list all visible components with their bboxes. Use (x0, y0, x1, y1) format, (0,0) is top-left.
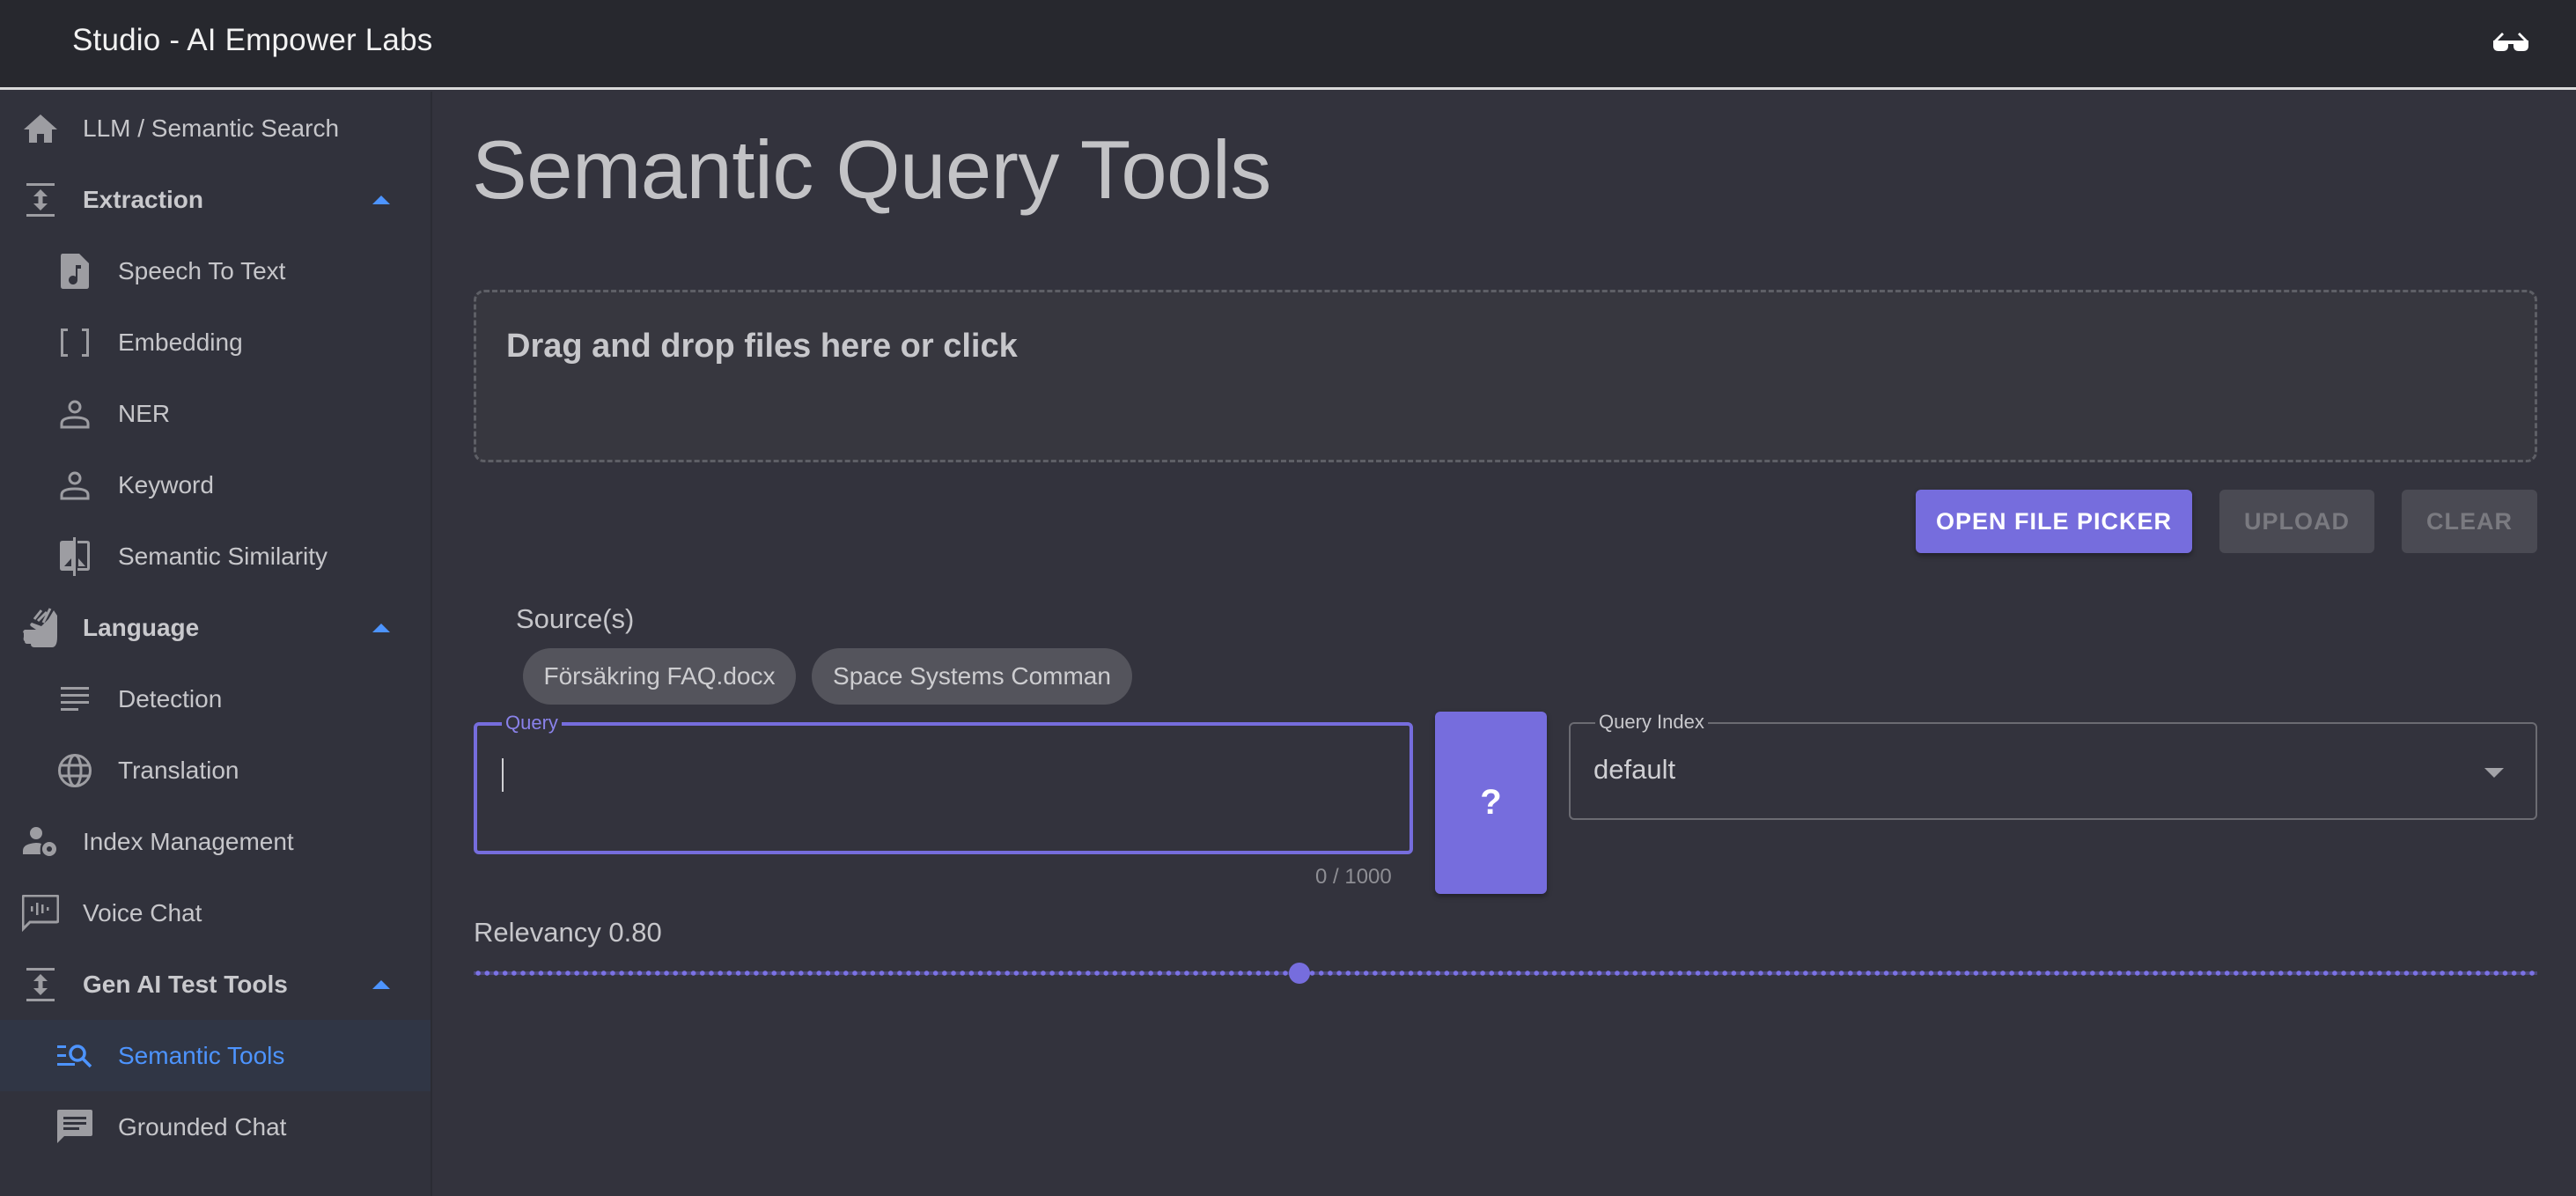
sidebar-item-ner[interactable]: NER (0, 378, 431, 449)
globe-icon (56, 752, 93, 789)
dropzone-text: Drag and drop files here or click (506, 328, 1018, 365)
sidebar-item-label: NER (118, 399, 171, 427)
manage-accounts-icon (22, 823, 59, 860)
query-input[interactable] (495, 749, 1379, 831)
sidebar-item-extraction[interactable]: Extraction (0, 164, 431, 235)
query-field[interactable]: Query (474, 712, 1413, 854)
query-index-label: Query Index (1595, 711, 1708, 734)
sources-label: Source(s) (516, 603, 635, 634)
app-title: Studio - AI Empower Labs (72, 23, 433, 57)
sidebar-item-label: Semantic Tools (118, 1041, 285, 1069)
slider-tick-marks (474, 971, 2537, 976)
relevancy-label: Relevancy 0.80 (474, 917, 662, 948)
person-outline-icon (56, 395, 93, 432)
sidebar: LLM / Semantic Search Extraction Speech … (0, 92, 432, 1196)
brackets-icon (56, 324, 93, 361)
sidebar-item-grounded-chat[interactable]: Grounded Chat (0, 1091, 431, 1163)
notes-icon (56, 681, 93, 718)
sidebar-item-gen-ai-test-tools[interactable]: Gen AI Test Tools (0, 949, 431, 1020)
chevron-up-icon[interactable] (372, 623, 390, 632)
open-file-picker-button[interactable]: OPEN FILE PICKER (1916, 490, 2192, 553)
sidebar-item-language[interactable]: Language (0, 592, 431, 663)
sidebar-item-label: Language (83, 613, 200, 641)
sidebar-item-semantic-tools[interactable]: Semantic Tools (0, 1020, 431, 1091)
sidebar-item-index-management[interactable]: Index Management (0, 806, 431, 877)
query-index-select[interactable]: Query Index default (1569, 711, 2537, 820)
sidebar-item-label: Gen AI Test Tools (83, 970, 288, 998)
chevron-up-icon[interactable] (372, 979, 390, 989)
audio-file-icon (56, 253, 93, 290)
chat-icon (56, 1109, 93, 1146)
sidebar-item-speech-to-text[interactable]: Speech To Text (0, 235, 431, 306)
sidebar-item-label: Detection (118, 684, 223, 712)
source-chip[interactable]: Space Systems Comman (812, 648, 1132, 705)
sidebar-item-label: Voice Chat (83, 898, 202, 927)
expand-vertical-icon (22, 181, 59, 218)
slider-thumb[interactable] (1288, 963, 1310, 984)
query-index-value: default (1593, 754, 1676, 785)
sidebar-item-llm-semantic-search[interactable]: LLM / Semantic Search (0, 92, 431, 164)
sidebar-item-semantic-similarity[interactable]: Semantic Similarity (0, 520, 431, 592)
dropdown-arrow-icon[interactable] (2484, 768, 2504, 778)
sidebar-item-label: Keyword (118, 470, 214, 498)
sidebar-item-label: Index Management (83, 827, 294, 855)
app-header: Studio - AI Empower Labs (0, 0, 2576, 90)
voice-chat-icon (22, 894, 59, 932)
person-outline-icon (56, 467, 93, 504)
ask-button[interactable]: ? (1435, 712, 1547, 894)
source-chip[interactable]: Försäkring FAQ.docx (523, 648, 796, 705)
page-title: Semantic Query Tools (472, 123, 1271, 216)
query-label: Query (502, 712, 562, 735)
sign-language-icon (22, 607, 59, 647)
sidebar-item-label: Speech To Text (118, 256, 286, 284)
sidebar-item-label: Grounded Chat (118, 1112, 287, 1141)
upload-button[interactable]: UPLOAD (2219, 490, 2374, 553)
clear-button[interactable]: CLEAR (2402, 490, 2537, 553)
sunglasses-icon[interactable] (2491, 30, 2530, 55)
sidebar-item-label: Extraction (83, 185, 203, 213)
manage-search-icon (56, 1037, 93, 1074)
sidebar-item-label: Translation (118, 756, 239, 784)
character-counter: 0 / 1000 (1315, 865, 1392, 889)
file-dropzone[interactable]: Drag and drop files here or click (474, 290, 2537, 462)
relevancy-slider[interactable] (474, 960, 2537, 986)
chevron-up-icon[interactable] (372, 195, 390, 204)
sidebar-item-detection[interactable]: Detection (0, 663, 431, 735)
sidebar-item-label: Semantic Similarity (118, 542, 328, 570)
sidebar-item-label: Embedding (118, 328, 243, 356)
home-icon (22, 110, 59, 147)
sidebar-item-label: LLM / Semantic Search (83, 114, 340, 142)
sidebar-item-embedding[interactable]: Embedding (0, 306, 431, 378)
expand-vertical-icon (22, 966, 59, 1003)
sidebar-item-keyword[interactable]: Keyword (0, 449, 431, 520)
sidebar-item-translation[interactable]: Translation (0, 735, 431, 806)
compare-icon (56, 536, 93, 576)
sidebar-item-voice-chat[interactable]: Voice Chat (0, 877, 431, 949)
